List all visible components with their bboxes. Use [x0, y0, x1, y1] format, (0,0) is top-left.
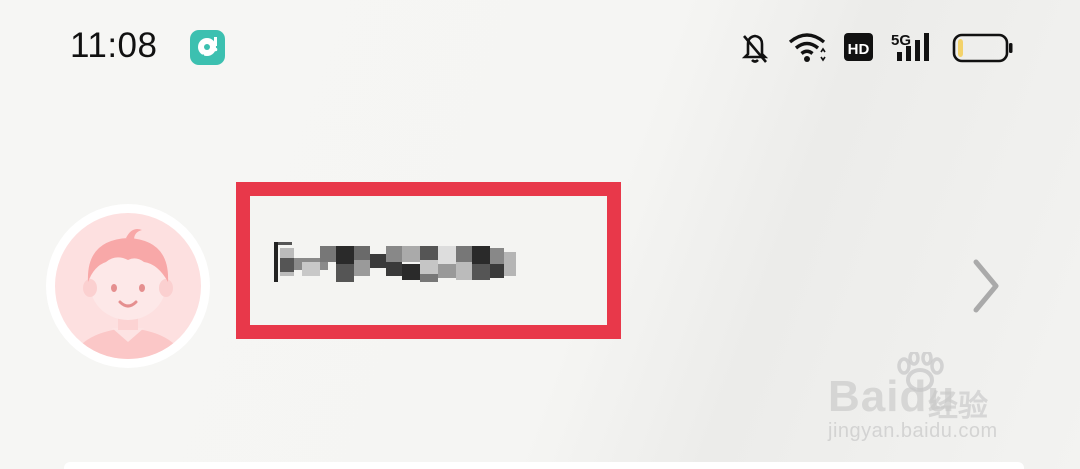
next-card-edge — [64, 462, 1024, 469]
music-app-icon — [190, 30, 225, 65]
pixelated-username — [274, 242, 516, 282]
watermark-cn-text: 经验 — [928, 389, 988, 424]
status-time: 11:08 — [70, 26, 158, 65]
svg-text:HD: HD — [848, 41, 870, 58]
battery-icon — [952, 30, 1014, 66]
cellular-5g-icon: 5G — [891, 30, 939, 66]
chevron-right-icon[interactable] — [966, 256, 1006, 320]
baidu-jingyan-watermark: Baidu 经验 jingyan.baidu.com — [820, 352, 1030, 452]
boy-avatar-icon — [55, 213, 201, 359]
watermark-url: jingyan.baidu.com — [828, 420, 998, 442]
username-highlight-box — [236, 182, 621, 339]
avatar[interactable] — [46, 204, 210, 368]
wifi-icon — [788, 30, 828, 66]
bell-muted-icon — [740, 30, 770, 66]
hd-icon: HD — [843, 30, 875, 66]
